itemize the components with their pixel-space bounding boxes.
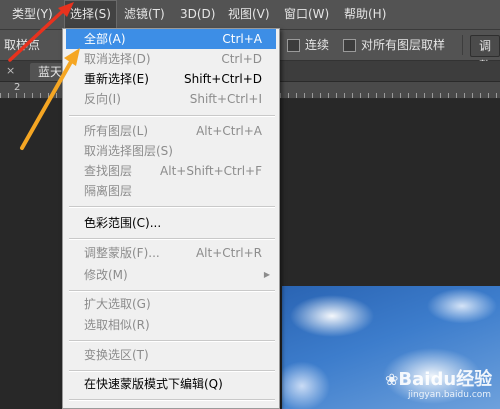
menu-item-select-all[interactable]: 全部(A) Ctrl+A bbox=[66, 29, 276, 49]
menu-item-inverse[interactable]: 反向(I) Shift+Ctrl+I bbox=[66, 89, 276, 109]
menu-item-deselect-layers[interactable]: 取消选择图层(S) bbox=[66, 141, 276, 161]
paw-icon: ❀ bbox=[385, 370, 399, 389]
baidu-watermark: ❀Baidu经验 bbox=[385, 369, 493, 390]
menu-separator bbox=[69, 340, 275, 342]
menu-separator bbox=[69, 206, 275, 208]
menu-help[interactable]: 帮助(H) bbox=[338, 0, 392, 29]
menu-3d[interactable]: 3D(D) bbox=[174, 0, 221, 29]
menu-separator bbox=[69, 370, 275, 372]
menu-item-isolate-layers[interactable]: 隔离图层 bbox=[66, 181, 276, 201]
menu-item-deselect[interactable]: 取消选择(D) Ctrl+D bbox=[66, 49, 276, 69]
options-divider bbox=[462, 35, 463, 55]
menu-view[interactable]: 视图(V) bbox=[222, 0, 276, 29]
menu-type[interactable]: 类型(Y) bbox=[6, 0, 59, 29]
submenu-arrow-icon: ▶ bbox=[263, 270, 270, 279]
contiguous-label: 连续 bbox=[305, 38, 330, 52]
menu-item-reselect[interactable]: 重新选择(E) Shift+Ctrl+D bbox=[66, 69, 276, 89]
menu-filter[interactable]: 滤镜(T) bbox=[118, 0, 171, 29]
menu-item-all-layers[interactable]: 所有图层(L) Alt+Ctrl+A bbox=[66, 121, 276, 141]
menu-item-color-range[interactable]: 色彩范围(C)... bbox=[66, 213, 276, 233]
adjust-edge-button[interactable]: 调整 bbox=[470, 35, 500, 73]
close-icon[interactable]: × bbox=[6, 61, 15, 81]
all-layers-label: 对所有图层取样 bbox=[361, 38, 446, 52]
sample-point-label[interactable]: 取样点 bbox=[4, 30, 40, 60]
contiguous-checkbox[interactable] bbox=[287, 39, 300, 52]
menu-separator bbox=[69, 290, 275, 292]
menu-item-grow[interactable]: 扩大选取(G) bbox=[66, 294, 276, 314]
all-layers-checkbox[interactable] bbox=[343, 39, 356, 52]
menu-select[interactable]: 选择(S) bbox=[64, 0, 117, 29]
menu-item-transform-selection[interactable]: 变换选区(T) bbox=[66, 345, 276, 365]
menu-bar: 类型(Y) 选择(S) 滤镜(T) 3D(D) 视图(V) 窗口(W) 帮助(H… bbox=[0, 0, 500, 30]
select-menu-dropdown: 全部(A) Ctrl+A 取消选择(D) Ctrl+D 重新选择(E) Shift+C… bbox=[62, 28, 280, 409]
menu-separator bbox=[69, 115, 275, 117]
menu-window[interactable]: 窗口(W) bbox=[278, 0, 335, 29]
watermark-url: jingyan.baidu.com bbox=[408, 390, 492, 400]
menu-item-similar[interactable]: 选取相似(R) bbox=[66, 315, 276, 335]
menu-separator bbox=[69, 399, 275, 401]
menu-item-find-layers[interactable]: 查找图层 Alt+Shift+Ctrl+F bbox=[66, 161, 276, 181]
menu-item-refine-mask[interactable]: 调整蒙版(F)... Alt+Ctrl+R bbox=[66, 243, 276, 263]
menu-separator bbox=[69, 238, 275, 240]
menu-item-modify[interactable]: 修改(M) ▶ bbox=[66, 265, 276, 285]
menu-item-quick-mask[interactable]: 在快速蒙版模式下编辑(Q) bbox=[66, 374, 276, 394]
